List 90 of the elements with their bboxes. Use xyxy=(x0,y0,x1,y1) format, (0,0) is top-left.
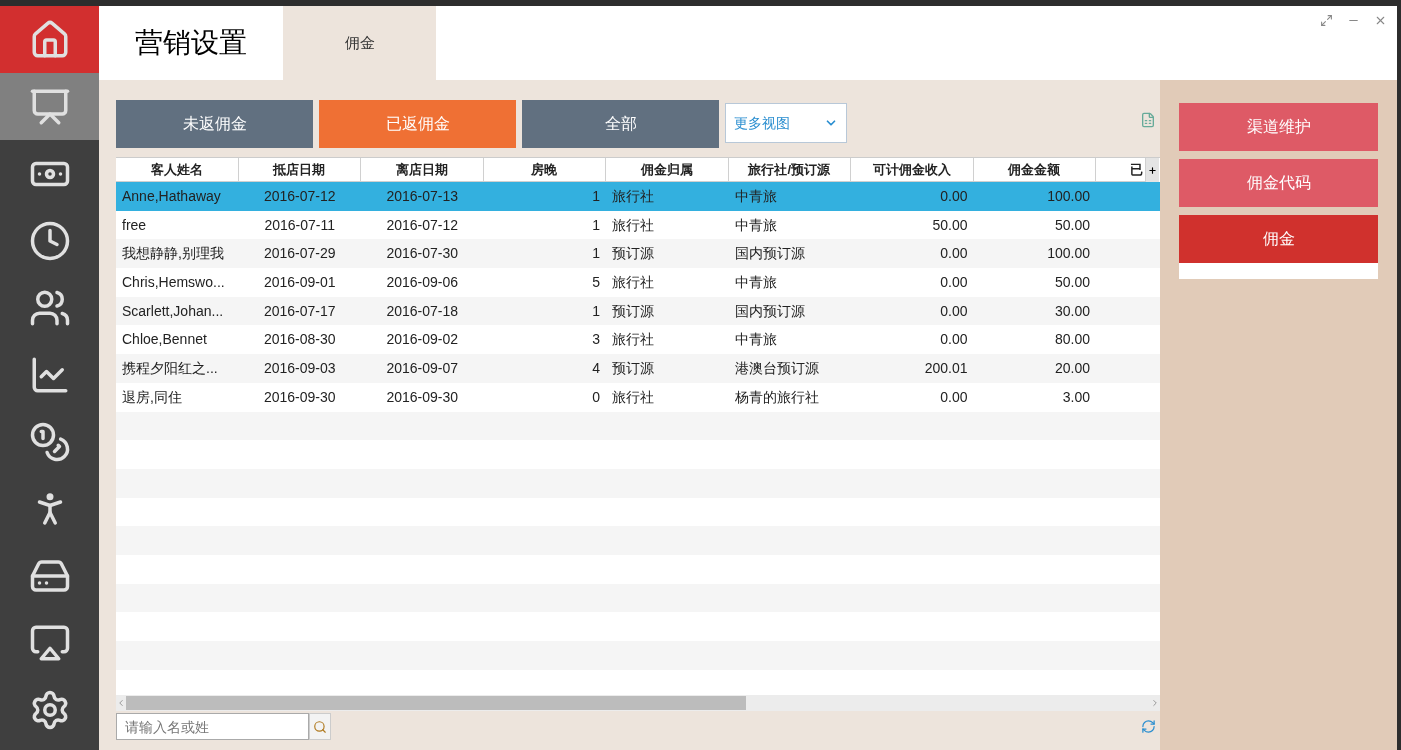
table-cell-text: 2016-07-18 xyxy=(385,301,460,321)
horizontal-scrollbar[interactable] xyxy=(116,695,1160,711)
table-cell-text: Anne,Hathaway xyxy=(121,186,222,206)
table-cell-text: 2016-07-12 xyxy=(385,215,460,235)
table-cell-text: 4 xyxy=(591,358,601,378)
table-cell-text: 我想静静,别理我 xyxy=(121,244,225,264)
export-icon[interactable] xyxy=(1140,112,1156,128)
table-cell-text: 旅行社 xyxy=(611,330,655,350)
table-cell-text: 携程夕阳红之... xyxy=(121,358,219,378)
table-cell-text: 2016-09-01 xyxy=(262,272,337,292)
table-row[interactable]: Scarlett,Johan... 2016-07-17 2016-07-18 1 预订源 国内预订源 0.00 30.00 xyxy=(116,296,1160,326)
table-cell-text: 0.00 xyxy=(939,244,969,264)
scrollbar-thumb[interactable] xyxy=(126,696,746,710)
table-cell-text: 2016-09-07 xyxy=(385,358,460,378)
table-cell-text: 2016-07-11 xyxy=(263,215,337,235)
table-cell-text: 2016-07-17 xyxy=(262,301,337,321)
table-cell-text: 旅行社 xyxy=(611,272,655,292)
table-cell-text: 2016-07-12 xyxy=(262,186,337,206)
close-icon[interactable] xyxy=(1374,14,1387,27)
side-menu-button[interactable]: 佣金代码 xyxy=(1179,159,1378,207)
table-cell-text: Chris,Hemswo... xyxy=(121,272,226,292)
table-cell-text: 80.00 xyxy=(1053,330,1091,350)
table-cell-text: 旅行社 xyxy=(611,215,655,235)
table-cell-text: 2016-07-13 xyxy=(385,186,460,206)
table-cell-text: 50.00 xyxy=(1053,215,1091,235)
table-cell-text: 1 xyxy=(591,244,601,264)
table-cell-text: 1 xyxy=(591,301,601,321)
table-cell-text: 2016-08-30 xyxy=(262,330,337,350)
table-row[interactable]: Anne,Hathaway 2016-07-12 2016-07-13 1 旅行社 中青旅 0.00 100.00 xyxy=(116,182,1160,211)
table-cell-text: 5 xyxy=(591,272,601,292)
page-title: 营销设置 xyxy=(135,26,247,60)
side-menu-button[interactable]: 渠道维护 xyxy=(1179,103,1378,151)
table-cell-text: Chloe,Bennet xyxy=(121,330,208,350)
table-cell-text: 旅行社 xyxy=(611,186,655,206)
coins-icon xyxy=(28,420,71,463)
refresh-icon[interactable] xyxy=(1141,719,1156,734)
view-dropdown[interactable]: 更多视图 xyxy=(725,103,847,143)
table-cell-text: 30.00 xyxy=(1053,301,1091,321)
filter-button[interactable]: 全部 xyxy=(522,100,719,148)
table-cell-text: 0.00 xyxy=(939,272,969,292)
table-cell-text: 100.00 xyxy=(1046,186,1091,206)
table-cell-text: 50.00 xyxy=(1053,272,1091,292)
table-cell-text: 中青旅 xyxy=(733,272,778,292)
table-cell-text: 50.00 xyxy=(931,215,969,235)
clock-icon xyxy=(28,219,71,262)
table-cell-text: 2016-09-30 xyxy=(385,387,460,407)
table-cell-text: 0.00 xyxy=(939,186,969,206)
search-icon xyxy=(313,719,327,734)
table-cell-text: 20.00 xyxy=(1053,358,1091,378)
table-cell-text: Scarlett,Johan... xyxy=(121,301,225,321)
search-field[interactable]: 请输入名或姓 xyxy=(116,713,309,740)
table-cell-text: 0 xyxy=(591,387,601,407)
table-cell-text: 3.00 xyxy=(1061,387,1091,407)
side-menu-button[interactable]: 佣金 xyxy=(1179,215,1378,263)
table-cell-text: 2016-07-30 xyxy=(385,244,460,264)
table-cell-text: 2016-07-29 xyxy=(262,244,337,264)
table-cell-text: 0.00 xyxy=(939,301,969,321)
table-cell-text: 杨青的旅行社 xyxy=(733,387,820,407)
table-cell-text: 预订源 xyxy=(611,244,655,264)
table-cell-text: 国内预订源 xyxy=(733,244,806,264)
sidebar-item[interactable] xyxy=(0,6,99,73)
table-cell-text: free xyxy=(121,215,148,235)
table-cell-text: 2016-09-30 xyxy=(262,387,337,407)
filter-button[interactable]: 未返佣金 xyxy=(116,100,313,148)
table-cell-text: 2016-09-02 xyxy=(385,330,460,350)
table-cell-text: 国内预订源 xyxy=(733,301,806,321)
table-cell-text: 1 xyxy=(591,215,601,235)
table-cell-text: 预订源 xyxy=(611,358,655,378)
table-cell-text: 1 xyxy=(591,186,601,206)
table-cell-text: 中青旅 xyxy=(733,215,778,235)
table-cell-text: 港澳台预订源 xyxy=(733,358,820,378)
table-cell-text: 3 xyxy=(591,330,601,350)
table-cell-text: 0.00 xyxy=(939,330,969,350)
table-cell-text: 退房,同住 xyxy=(121,387,183,407)
table-cell-text: 2016-09-06 xyxy=(385,272,460,292)
table-cell-text: 2016-09-03 xyxy=(262,358,337,378)
search-button[interactable] xyxy=(309,713,331,740)
add-column-button[interactable] xyxy=(1146,158,1159,182)
table-cell-text: 旅行社 xyxy=(611,387,655,407)
table-row[interactable]: 携程夕阳红之... 2016-09-03 2016-09-07 4 预订源 港澳台预订源 200.01 20.00 xyxy=(116,354,1160,383)
maximize-icon[interactable] xyxy=(1320,14,1333,27)
table-cell-text: 100.00 xyxy=(1046,244,1091,264)
tab[interactable]: 佣金 xyxy=(283,6,436,80)
table-cell-text: 预订源 xyxy=(611,301,655,321)
table-row[interactable]: 我想静静,别理我 2016-07-29 2016-07-30 1 预订源 国内预订源 0.00 100.00 xyxy=(116,239,1160,269)
table-cell-text: 中青旅 xyxy=(733,186,778,206)
table-cell-text: 中青旅 xyxy=(733,330,778,350)
table-cell-text: 0.00 xyxy=(939,387,969,407)
table-cell-text: 200.01 xyxy=(923,358,969,378)
plus-icon xyxy=(1148,165,1157,175)
